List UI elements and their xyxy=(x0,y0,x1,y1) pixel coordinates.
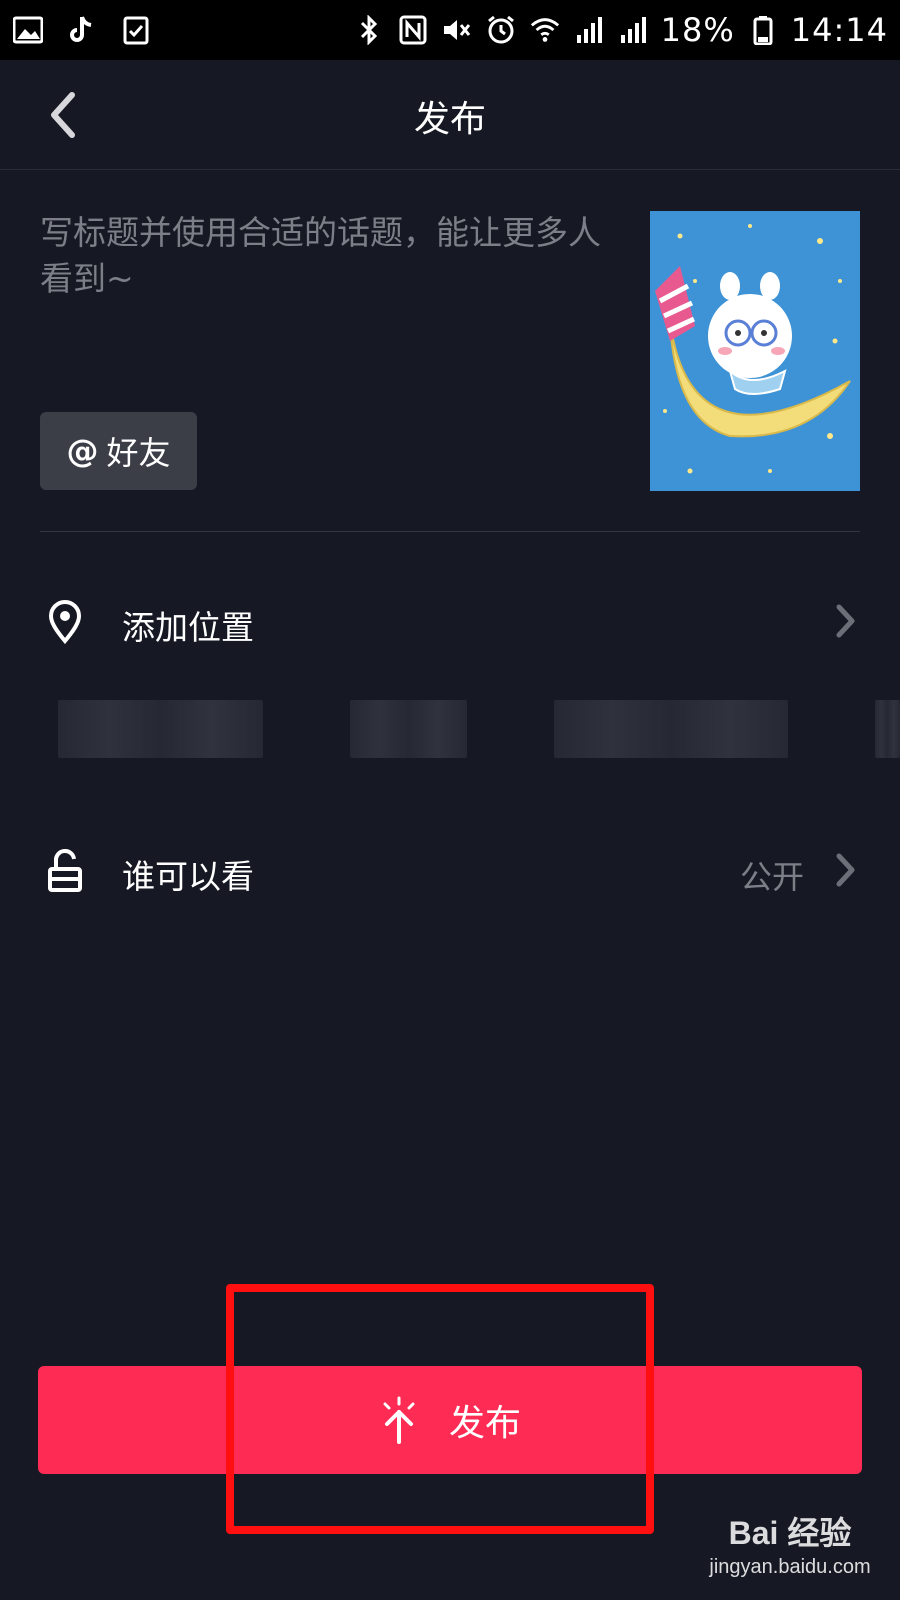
privacy-value: 公开 xyxy=(739,858,804,896)
clock: 14:14 xyxy=(790,11,888,49)
privacy-label: 谁可以看 xyxy=(122,857,254,896)
location-suggestion-chip[interactable] xyxy=(875,700,900,758)
watermark-logo: Bai 经验 xyxy=(728,1515,852,1551)
clipboard-icon xyxy=(120,14,152,46)
battery-percent: 18% xyxy=(660,11,735,49)
gallery-icon xyxy=(12,14,44,46)
at-symbol-icon: @ xyxy=(66,432,99,470)
chevron-right-icon xyxy=(836,853,855,887)
location-pin-icon xyxy=(42,599,88,645)
alarm-icon xyxy=(485,14,517,46)
mute-icon xyxy=(441,14,473,46)
mention-friends-button[interactable]: @ 好友 xyxy=(40,412,197,490)
watermark: Bai 经验 jingyan.baidu.com xyxy=(690,1508,890,1579)
divider xyxy=(40,531,860,532)
location-suggestion-chip[interactable] xyxy=(58,700,263,758)
nfc-icon xyxy=(397,14,429,46)
location-suggestions xyxy=(0,700,900,758)
page-title: 发布 xyxy=(413,99,486,140)
location-suggestion-chip[interactable] xyxy=(350,700,467,758)
header: 发布 xyxy=(0,60,900,170)
mention-friends-label: 好友 xyxy=(106,434,171,472)
status-bar: 18% 14:14 xyxy=(0,0,900,60)
wifi-icon xyxy=(529,14,561,46)
bluetooth-icon xyxy=(353,14,385,46)
highlight-box xyxy=(226,1284,654,1534)
chevron-right-icon xyxy=(836,604,855,638)
signal-icon xyxy=(573,14,605,46)
add-location-row[interactable]: 添加位置 xyxy=(0,587,900,657)
caption-input[interactable]: 写标题并使用合适的话题，能让更多人看到~ xyxy=(40,210,620,302)
add-location-label: 添加位置 xyxy=(122,608,254,647)
signal-4g-icon xyxy=(617,14,649,46)
privacy-row[interactable]: 谁可以看 公开 xyxy=(0,836,900,906)
location-suggestion-chip[interactable] xyxy=(554,700,788,758)
battery-icon xyxy=(747,14,779,46)
video-thumbnail[interactable] xyxy=(650,211,860,491)
unlock-icon xyxy=(42,848,88,894)
watermark-url: jingyan.baidu.com xyxy=(709,1556,871,1578)
tiktok-icon xyxy=(66,14,98,46)
